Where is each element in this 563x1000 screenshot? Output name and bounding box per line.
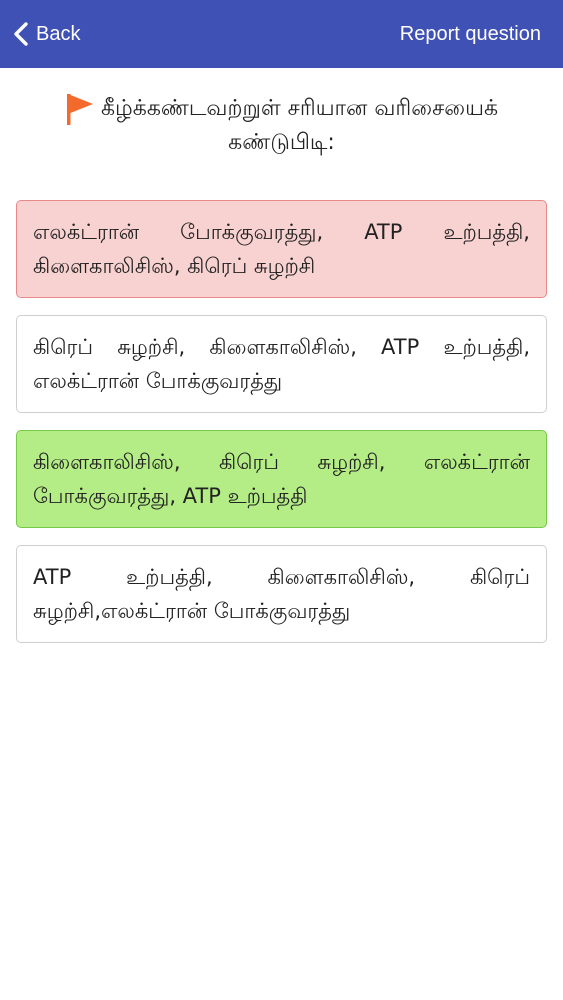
chevron-left-icon	[10, 20, 32, 48]
answer-option-2[interactable]: கிரெப் சுழற்சி, கிளைகாலிசிஸ், ATP உற்பத்…	[16, 315, 547, 413]
top-app-bar: Back Report question	[0, 0, 563, 68]
flag-icon	[65, 92, 95, 126]
question-text: கீழ்க்கண்டவற்றுள் சரியான வரிசையைக் கண்டு…	[100, 96, 499, 155]
answer-options: எலக்ட்ரான் போக்குவரத்து, ATP உற்பத்தி, க…	[16, 200, 548, 660]
answer-option-4[interactable]: ATP உற்பத்தி, கிளைகாலிசிஸ், கிரெப் சுழற்…	[16, 545, 547, 643]
report-question-button[interactable]: Report question	[400, 18, 541, 50]
back-button[interactable]: Back	[10, 18, 80, 50]
answer-option-3[interactable]: கிளைகாலிசிஸ், கிரெப் சுழற்சி, எலக்ட்ரான்…	[16, 430, 547, 528]
answer-option-1[interactable]: எலக்ட்ரான் போக்குவரத்து, ATP உற்பத்தி, க…	[16, 200, 547, 298]
question-text-block: கீழ்க்கண்டவற்றுள் சரியான வரிசையைக் கண்டு…	[60, 92, 503, 160]
back-label: Back	[36, 22, 81, 45]
